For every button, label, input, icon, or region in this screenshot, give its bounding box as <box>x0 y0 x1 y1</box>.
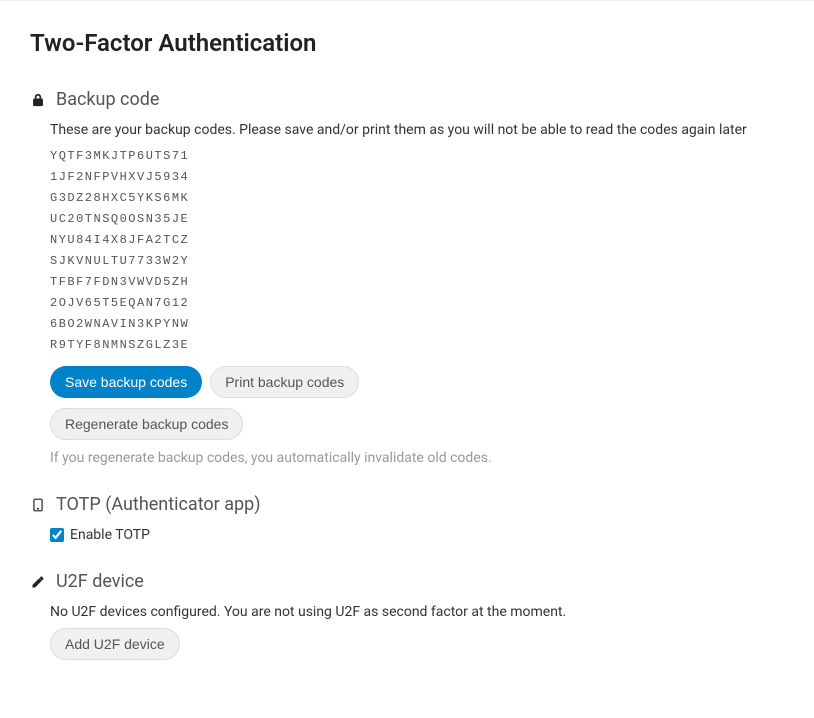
lock-icon <box>30 93 46 107</box>
backup-code-item: 2OJV65T5EQAN7G12 <box>50 293 784 314</box>
u2f-buttons: Add U2F device <box>50 628 784 660</box>
backup-code-body: These are your backup codes. Please save… <box>30 122 784 466</box>
backup-code-item: G3DZ28HXC5YKS6MK <box>50 188 784 209</box>
phone-icon <box>30 498 46 512</box>
enable-totp-checkbox[interactable] <box>50 528 64 542</box>
backup-code-heading: Backup code <box>56 89 159 110</box>
backup-code-item: TFBF7FDN3VWVD5ZH <box>50 272 784 293</box>
settings-panel: Two-Factor Authentication Backup code Th… <box>0 1 814 718</box>
backup-code-description: These are your backup codes. Please save… <box>50 122 784 138</box>
backup-code-section: Backup code These are your backup codes.… <box>30 89 784 466</box>
pencil-icon <box>30 575 46 589</box>
totp-heading: TOTP (Authenticator app) <box>56 494 261 515</box>
enable-totp-row[interactable]: Enable TOTP <box>50 527 784 543</box>
backup-code-item: YQTF3MKJTP6UTS71 <box>50 146 784 167</box>
backup-code-item: 6BO2WNAVIN3KPYNW <box>50 314 784 335</box>
backup-code-item: 1JF2NFPVHXVJ5934 <box>50 167 784 188</box>
backup-code-header: Backup code <box>30 89 784 110</box>
backup-buttons-row-1: Save backup codes Print backup codes <box>50 366 784 398</box>
u2f-body: No U2F devices configured. You are not u… <box>30 604 784 660</box>
backup-code-item: SJKVNULTU7733W2Y <box>50 251 784 272</box>
u2f-section: U2F device No U2F devices configured. Yo… <box>30 571 784 660</box>
regenerate-note: If you regenerate backup codes, you auto… <box>50 450 784 466</box>
regenerate-backup-codes-button[interactable]: Regenerate backup codes <box>50 408 243 440</box>
backup-buttons-row-2: Regenerate backup codes <box>50 408 784 440</box>
totp-header: TOTP (Authenticator app) <box>30 494 784 515</box>
page-title: Two-Factor Authentication <box>30 29 784 57</box>
u2f-header: U2F device <box>30 571 784 592</box>
backup-code-item: UC20TNSQ0OSN35JE <box>50 209 784 230</box>
print-backup-codes-button[interactable]: Print backup codes <box>210 366 359 398</box>
u2f-heading: U2F device <box>56 571 144 592</box>
totp-section: TOTP (Authenticator app) Enable TOTP <box>30 494 784 543</box>
totp-body: Enable TOTP <box>30 527 784 543</box>
enable-totp-label: Enable TOTP <box>70 527 150 543</box>
backup-codes-list: YQTF3MKJTP6UTS71 1JF2NFPVHXVJ5934 G3DZ28… <box>50 146 784 356</box>
save-backup-codes-button[interactable]: Save backup codes <box>50 366 202 398</box>
add-u2f-device-button[interactable]: Add U2F device <box>50 628 180 660</box>
u2f-description: No U2F devices configured. You are not u… <box>50 604 784 620</box>
backup-code-item: R9TYF8NMNSZGLZ3E <box>50 335 784 356</box>
backup-code-item: NYU84I4X8JFA2TCZ <box>50 230 784 251</box>
